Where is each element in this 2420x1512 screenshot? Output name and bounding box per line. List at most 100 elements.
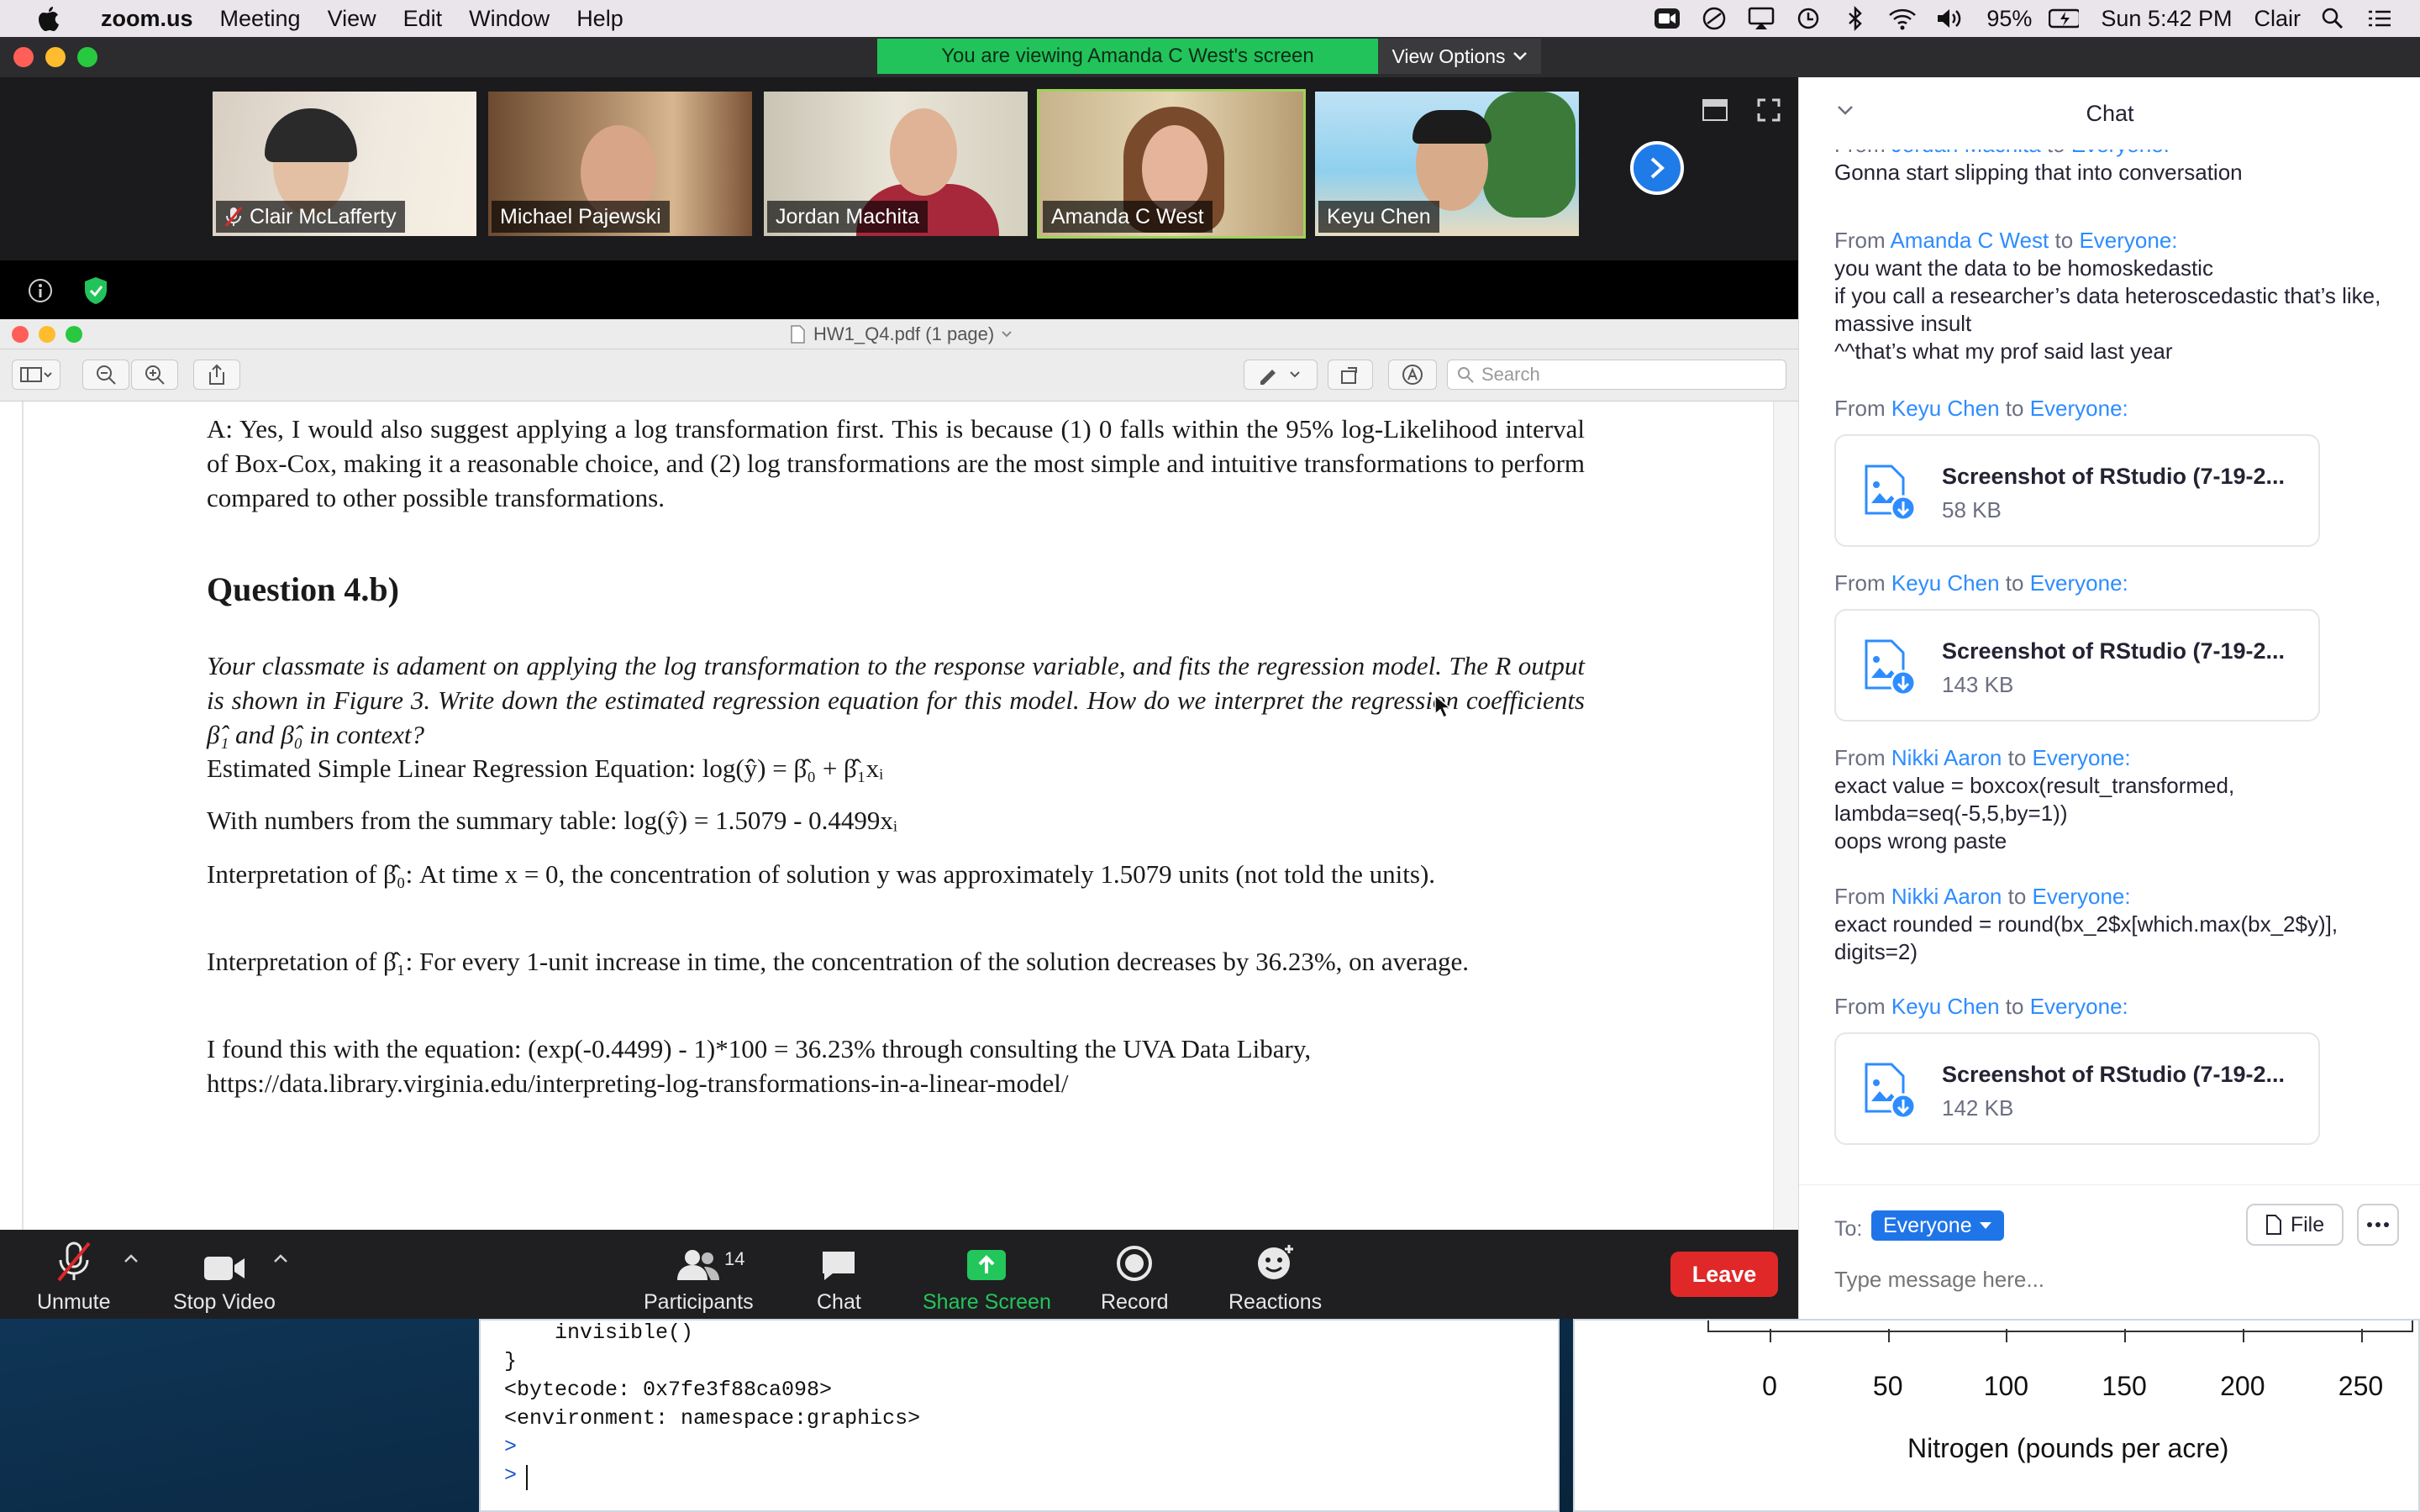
spotlight-search-icon[interactable] bbox=[2317, 3, 2348, 34]
chat-label: Chat bbox=[817, 1290, 861, 1314]
minimize-window-button[interactable] bbox=[39, 326, 55, 343]
chat-header: Chat bbox=[1799, 77, 2420, 150]
document-title[interactable]: HW1_Q4.pdf (1 page) bbox=[790, 323, 1013, 345]
sender-name[interactable]: Nikki Aaron bbox=[1891, 884, 2002, 909]
menu-view[interactable]: View bbox=[328, 6, 376, 32]
share-button[interactable] bbox=[193, 360, 240, 390]
recipient-name[interactable]: Everyone: bbox=[2030, 570, 2128, 596]
menubar-user[interactable]: Clair bbox=[2254, 6, 2301, 32]
airplay-icon[interactable] bbox=[1746, 3, 1776, 34]
audio-options-chevron-icon[interactable] bbox=[123, 1252, 139, 1265]
chat-message: From Jordan Machita to Everyone:Gonna st… bbox=[1834, 150, 2397, 186]
stop-video-button[interactable]: Stop Video bbox=[173, 1242, 276, 1315]
zoom-status-icon[interactable] bbox=[1652, 3, 1682, 34]
markup-pen-button[interactable] bbox=[1244, 360, 1318, 390]
message-text: if you call a researcher’s data heterosc… bbox=[1834, 283, 2381, 336]
recipient-name[interactable]: Everyone: bbox=[2033, 745, 2131, 770]
do-not-disturb-icon[interactable] bbox=[1699, 3, 1729, 34]
leave-meeting-button[interactable]: Leave bbox=[1670, 1252, 1778, 1297]
text-cursor bbox=[526, 1465, 528, 1490]
participant-name: Jordan Machita bbox=[776, 204, 919, 228]
chat-message-list[interactable]: From Jordan Machita to Everyone:Gonna st… bbox=[1834, 150, 2406, 1233]
sender-name[interactable]: Amanda C West bbox=[1890, 228, 2049, 253]
zoom-in-button[interactable] bbox=[131, 360, 178, 390]
markup-toolbar-button[interactable] bbox=[1388, 360, 1437, 390]
zoom-out-button[interactable] bbox=[82, 360, 129, 390]
file-button-label: File bbox=[2290, 1212, 2325, 1236]
video-tile-clair[interactable]: Clair McLafferty bbox=[210, 89, 479, 239]
rotate-button[interactable] bbox=[1328, 360, 1373, 390]
sender-name[interactable]: Jordan Machita bbox=[1891, 150, 2041, 157]
recipient-name[interactable]: Everyone: bbox=[2079, 228, 2177, 253]
close-window-button[interactable] bbox=[13, 47, 34, 67]
speaker-view-icon[interactable] bbox=[1701, 96, 1729, 124]
meeting-info-strip bbox=[0, 260, 1798, 321]
question-prompt-text: Your classmate is adament on applying th… bbox=[207, 651, 1585, 749]
console-input-prompt[interactable]: > bbox=[504, 1463, 517, 1488]
file-attachment-card[interactable]: Screenshot of RStudio (7-19-2... 143 KB bbox=[1834, 609, 2320, 722]
sender-name[interactable]: Keyu Chen bbox=[1891, 570, 2000, 596]
record-button[interactable]: Record bbox=[1101, 1242, 1169, 1315]
menu-app-name[interactable]: zoom.us bbox=[101, 6, 193, 32]
menu-meeting[interactable]: Meeting bbox=[220, 6, 301, 32]
sender-name[interactable]: Keyu Chen bbox=[1891, 994, 2000, 1019]
more-options-button[interactable] bbox=[2357, 1204, 2399, 1246]
video-tile-amanda[interactable]: Amanda C West bbox=[1037, 89, 1306, 239]
info-icon[interactable] bbox=[22, 272, 59, 309]
next-page-button[interactable] bbox=[1630, 141, 1684, 195]
menu-help[interactable]: Help bbox=[576, 6, 623, 32]
reactions-button[interactable]: Reactions bbox=[1228, 1242, 1322, 1315]
fullscreen-icon[interactable] bbox=[1754, 96, 1783, 124]
participant-name: Clair McLafferty bbox=[250, 204, 397, 228]
sender-name[interactable]: Nikki Aaron bbox=[1891, 745, 2002, 770]
file-attachment-card[interactable]: Screenshot of RStudio (7-19-2... 142 KB bbox=[1834, 1032, 2320, 1145]
video-tile-jordan[interactable]: Jordan Machita bbox=[761, 89, 1030, 239]
recipient-name[interactable]: Everyone: bbox=[2033, 884, 2131, 909]
question-heading: Question 4.b) bbox=[207, 570, 399, 608]
recipient-selector[interactable]: Everyone bbox=[1871, 1210, 2004, 1241]
security-shield-icon[interactable] bbox=[77, 272, 114, 309]
pdf-search-field[interactable]: Search bbox=[1447, 360, 1786, 390]
sidebar-toggle-button[interactable] bbox=[12, 360, 60, 390]
chat-button[interactable]: Chat bbox=[817, 1242, 861, 1315]
close-window-button[interactable] bbox=[12, 326, 29, 343]
source-url[interactable]: https://data.library.virginia.edu/interp… bbox=[207, 1066, 1585, 1100]
recipient-name[interactable]: Everyone: bbox=[2030, 396, 2128, 421]
send-file-button[interactable]: File bbox=[2246, 1204, 2344, 1246]
minimize-window-button[interactable] bbox=[45, 47, 66, 67]
volume-icon[interactable] bbox=[1934, 3, 1965, 34]
sender-name[interactable]: Keyu Chen bbox=[1891, 396, 2000, 421]
control-center-icon[interactable] bbox=[2365, 3, 2395, 34]
message-sender-line: From Keyu Chen to Everyone: bbox=[1834, 396, 2128, 421]
battery-charging-icon[interactable] bbox=[2049, 3, 2080, 34]
unmute-button[interactable]: Unmute bbox=[37, 1242, 111, 1315]
recipient-name[interactable]: Everyone: bbox=[2071, 150, 2170, 157]
chevron-down-icon bbox=[1002, 331, 1012, 338]
pdf-scrollbar[interactable] bbox=[1773, 402, 1798, 1230]
video-options-chevron-icon[interactable] bbox=[272, 1252, 289, 1265]
time-machine-icon[interactable] bbox=[1793, 3, 1823, 34]
view-options-button[interactable]: View Options bbox=[1378, 39, 1541, 74]
bluetooth-icon[interactable] bbox=[1840, 3, 1870, 34]
maximize-window-button[interactable] bbox=[66, 326, 82, 343]
to-connector: to bbox=[2007, 745, 2027, 770]
menubar-clock[interactable]: Sun 5:42 PM bbox=[2101, 6, 2232, 32]
to-connector: to bbox=[2047, 150, 2065, 157]
recipient-name[interactable]: Everyone: bbox=[2030, 994, 2128, 1019]
video-tile-michael[interactable]: Michael Pajewski bbox=[486, 89, 755, 239]
apple-menu-icon[interactable] bbox=[32, 2, 66, 35]
maximize-window-button[interactable] bbox=[77, 47, 97, 67]
file-attachment-card[interactable]: Screenshot of RStudio (7-19-2... 58 KB bbox=[1834, 434, 2320, 547]
video-tile-keyu[interactable]: Keyu Chen bbox=[1313, 89, 1581, 239]
menu-edit[interactable]: Edit bbox=[403, 6, 443, 32]
shared-screen-preview-window: HW1_Q4.pdf (1 page) Search A: Yes, I wou… bbox=[0, 319, 1798, 1230]
wifi-icon[interactable] bbox=[1887, 3, 1918, 34]
menu-window[interactable]: Window bbox=[469, 6, 550, 32]
chat-message-input[interactable] bbox=[1834, 1257, 2389, 1301]
share-screen-button[interactable]: Share Screen bbox=[923, 1242, 1051, 1315]
meeting-controls-toolbar: Unmute Stop Video Participants 14 Chat S… bbox=[0, 1230, 1798, 1319]
file-size: 142 KB bbox=[1942, 1095, 2014, 1121]
ellipsis-icon bbox=[2367, 1222, 2389, 1227]
chevron-right-icon bbox=[1650, 157, 1665, 179]
message-sender-line: From Amanda C West to Everyone: bbox=[1834, 228, 2178, 253]
